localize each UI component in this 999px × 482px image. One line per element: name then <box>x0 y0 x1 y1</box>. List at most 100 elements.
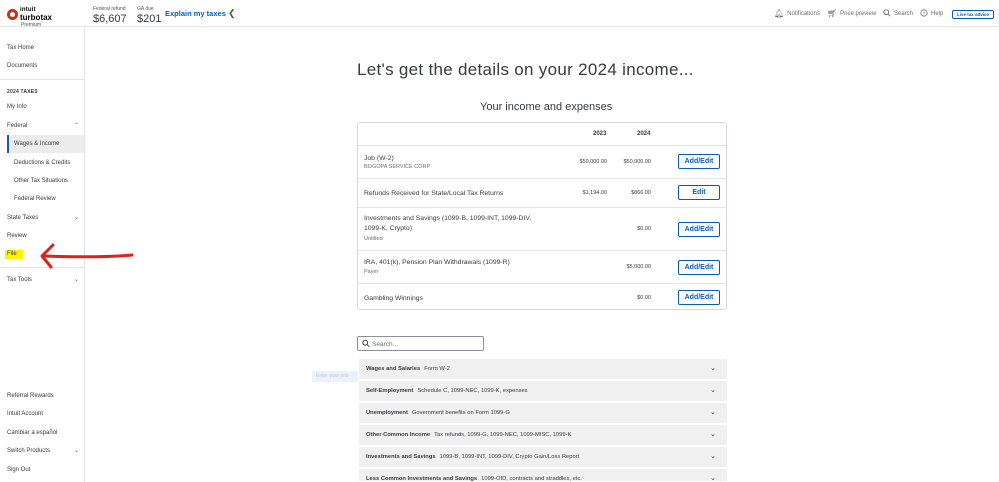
sidebar-item-intuit-account[interactable]: Intuit Account <box>7 411 43 417</box>
income-search-box[interactable] <box>357 336 484 351</box>
chevron-down-icon[interactable]: ⌄ <box>74 276 79 283</box>
chevron-left-icon[interactable]: ❮ <box>228 8 236 18</box>
sidebar-section-header: 2024 TAXES <box>7 89 38 95</box>
federal-refund[interactable]: Federal refund $6,607 <box>93 6 127 25</box>
section-subtitle: Your income and expenses <box>480 101 613 113</box>
row-name: Refunds Received for State/Local Tax Ret… <box>364 190 504 197</box>
add-edit-button[interactable]: Add/Edit <box>678 222 720 237</box>
sidebar-item-tax-home[interactable]: Tax Home <box>7 45 34 51</box>
notifications-button[interactable]: 🔔︎ Notifications <box>774 9 820 18</box>
table-row: Gambling Winnings $0.00 Add/Edit <box>358 283 726 310</box>
row-sub: BOGOPA SERVICE CORP <box>364 164 431 170</box>
state-due-amount: $201 <box>137 13 162 25</box>
category-title: Unemployment <box>366 410 408 416</box>
chevron-down-icon[interactable]: ⌄ <box>710 474 716 482</box>
category-desc: Schedule C, 1099-NEC, 1099-K, expenses <box>417 388 528 394</box>
chevron-up-icon[interactable]: ⌃ <box>74 122 79 129</box>
search-label: Search <box>894 11 914 17</box>
chevron-down-icon[interactable]: ⌄ <box>74 447 79 454</box>
category-title: Self-Employment <box>366 388 414 394</box>
category-title: Investments and Savings <box>366 454 436 460</box>
category-desc: 1099-B, 1099-INT, 1099-DIV, Crypto Gain/… <box>439 454 580 460</box>
row-value-2023: $1,194.00 <box>582 190 607 196</box>
row-name: Job (W-2) <box>364 155 394 162</box>
row-value-2024: $5,000.00 <box>626 264 651 270</box>
edit-button[interactable]: Edit <box>678 185 720 200</box>
sidebar-item-state-taxes[interactable]: State Taxes <box>7 215 38 221</box>
chevron-down-icon[interactable]: ⌄ <box>710 430 716 438</box>
sidebar-item-review[interactable]: Review <box>7 233 27 239</box>
search-button[interactable]: Search <box>883 9 913 19</box>
state-due-label: GA due <box>137 6 154 12</box>
category-text: Unemployment Government benefits on Form … <box>366 410 510 416</box>
brand-turbotax: turbotax <box>20 13 52 22</box>
live-tax-advice-button[interactable]: Live tax advice <box>952 10 994 19</box>
sidebar-item-sign-out[interactable]: Sign Out <box>7 467 30 473</box>
chevron-down-icon[interactable]: ⌄ <box>710 386 716 394</box>
sidebar-item-federal-review[interactable]: Federal Review <box>14 196 56 202</box>
red-arrow-annotation <box>40 243 134 269</box>
income-category-wages[interactable]: Wages and Salaries Form W-2 ⌄ <box>359 359 727 380</box>
add-edit-button[interactable]: Add/Edit <box>678 290 720 305</box>
category-desc: Government benefits on Form 1099-G <box>411 410 510 416</box>
row-value-2024: $0.00 <box>637 226 651 232</box>
category-title: Wages and Salaries <box>366 366 421 372</box>
column-header-2023: 2023 <box>593 131 607 137</box>
chevron-down-icon[interactable]: ⌄ <box>710 408 716 416</box>
sidebar-item-federal[interactable]: Federal <box>7 123 27 129</box>
table-row: Investments and Savings (1099-B, 1099-IN… <box>358 207 726 250</box>
sidebar-item-referral-rewards[interactable]: Referral Rewards <box>7 393 54 399</box>
search-icon <box>362 339 370 350</box>
category-desc: Form W-2 <box>424 366 450 372</box>
sidebar-item-spanish[interactable]: Cambiar a español <box>7 430 57 436</box>
search-input[interactable] <box>372 339 480 349</box>
income-category-investments[interactable]: Investments and Savings 1099-B, 1099-INT,… <box>359 447 727 468</box>
state-due[interactable]: GA due $201 <box>137 6 161 25</box>
federal-refund-label: Federal refund <box>93 6 126 12</box>
help-icon: ? <box>920 9 928 19</box>
income-category-other-common[interactable]: Other Common Income Tax refunds, 1099-G, … <box>359 425 727 446</box>
sidebar-item-switch-products[interactable]: Switch Products <box>7 448 50 454</box>
add-edit-button[interactable]: Add/Edit <box>678 154 720 169</box>
sidebar-item-tax-tools[interactable]: Tax Tools <box>7 277 32 283</box>
price-preview-button[interactable]: 🛒︎ Price preview <box>827 9 876 18</box>
chevron-down-icon[interactable]: ⌄ <box>710 364 716 372</box>
sidebar-item-wages-income[interactable]: Wages & Income <box>14 141 59 147</box>
row-name: Investments and Savings (1099-B, 1099-IN… <box>364 215 532 232</box>
page-title: Let's get the details on your 2024 incom… <box>357 60 694 79</box>
help-label: Help <box>931 11 944 17</box>
column-header-2024: 2024 <box>637 131 651 137</box>
chevron-down-icon[interactable]: ⌄ <box>74 214 79 221</box>
ghost-tooltip: Enter your info <box>312 371 358 382</box>
income-category-self-employment[interactable]: Self-Employment Schedule C, 1099-NEC, 109… <box>359 381 727 402</box>
row-value-2024: $50,000.00 <box>623 159 651 165</box>
category-title: Other Common Income <box>366 432 431 438</box>
row-value-2023: $50,000.00 <box>579 159 607 165</box>
sidebar-item-file[interactable]: File <box>7 251 17 257</box>
explain-my-taxes-link[interactable]: Explain my taxes <box>165 9 226 18</box>
category-text: Less Common Investments and Savings 1099-… <box>366 476 582 482</box>
cart-icon: 🛒︎ <box>827 9 838 18</box>
income-summary-table: 2023 2024 Job (W-2) BOGOPA SERVICE CORP … <box>357 122 727 310</box>
svg-text:?: ? <box>923 11 926 17</box>
row-value-2024: $866.00 <box>631 190 651 196</box>
category-text: Wages and Salaries Form W-2 <box>366 366 450 372</box>
bell-icon: 🔔︎ <box>774 9 785 18</box>
turbotax-logo[interactable]: intuit turbotax Premium <box>7 7 57 28</box>
table-row: IRA, 401(k), Pension Plan Withdrawals (1… <box>358 250 726 283</box>
table-row: Refunds Received for State/Local Tax Ret… <box>358 178 726 207</box>
category-desc: Tax refunds, 1099-G, 1099-NEC, 1099-MISC… <box>434 432 572 438</box>
sidebar-item-my-info[interactable]: My Info <box>7 104 27 110</box>
add-edit-button[interactable]: Add/Edit <box>678 260 720 275</box>
sidebar-item-documents[interactable]: Documents <box>7 63 37 69</box>
chevron-down-icon[interactable]: ⌄ <box>710 452 716 460</box>
income-category-unemployment[interactable]: Unemployment Government benefits on Form … <box>359 403 727 424</box>
row-value-2024: $0.00 <box>637 295 651 301</box>
category-title: Less Common Investments and Savings <box>366 476 478 482</box>
income-category-less-common[interactable]: Less Common Investments and Savings 1099-… <box>359 469 727 482</box>
row-sub: Payer <box>364 269 379 275</box>
help-button[interactable]: ? Help <box>920 9 943 19</box>
sidebar-item-deductions-credits[interactable]: Deductions & Credits <box>14 160 70 166</box>
table-row: Job (W-2) BOGOPA SERVICE CORP $50,000.00… <box>358 145 726 178</box>
sidebar-item-other-tax-situations[interactable]: Other Tax Situations <box>14 178 68 184</box>
